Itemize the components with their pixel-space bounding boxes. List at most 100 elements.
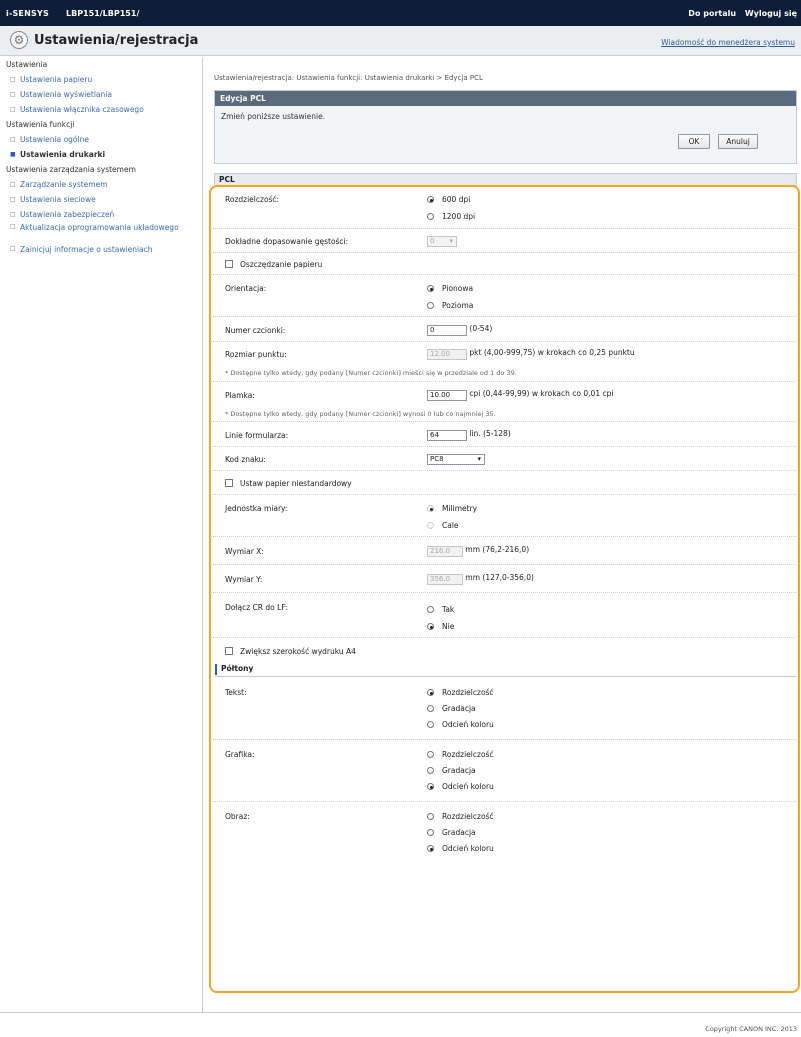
sidebar-item-printer-settings[interactable]: Ustawienia drukarki [0, 147, 202, 162]
point-size-range: pkt (4,00-999,75) w krokach co 0,25 punk… [469, 348, 635, 357]
point-size-input[interactable]: 12.00 [427, 349, 467, 360]
text-gradation-label: Gradacja [442, 704, 476, 713]
row-orientation: Orientacja: Pionowa Pozioma [211, 275, 796, 317]
sidebar-item-paper-settings[interactable]: Ustawienia papieru [0, 72, 202, 87]
row-density: Dokładne dopasowanie gęstości: 0 ▾ [211, 229, 796, 253]
image-color-tone-option[interactable]: Odcień koloru [427, 844, 494, 853]
logout-link[interactable]: Wyloguj się [745, 9, 797, 18]
radio-selected-icon[interactable] [427, 689, 434, 696]
sidebar-item-security-settings[interactable]: Ustawienia zabezpieczeń [0, 207, 202, 222]
font-number-range: (0-54) [469, 324, 493, 333]
portal-link[interactable]: Do portalu [688, 9, 736, 18]
dimension-y-range: mm (127,0-356,0) [465, 573, 534, 582]
image-gradation-option[interactable]: Gradacja [427, 828, 476, 837]
graphics-gradation-option[interactable]: Gradacja [427, 766, 476, 775]
pitch-range: cpi (0,44-99,99) w krokach co 0,01 cpi [469, 389, 614, 398]
checkbox-icon[interactable] [225, 479, 233, 487]
dimension-x-label: Wymiar X: [225, 547, 264, 556]
orientation-landscape-option[interactable]: Pozioma [427, 301, 473, 310]
unit-inch-option[interactable]: Cale [427, 521, 459, 530]
footer: Copyright CANON INC. 2013 [0, 1012, 801, 1037]
radio-icon[interactable] [427, 606, 434, 613]
pitch-input[interactable]: 10.00 [427, 390, 467, 401]
sidebar-item-general-settings[interactable]: Ustawienia ogólne [0, 132, 202, 147]
symbol-set-select[interactable]: PC8 ▾ [427, 454, 485, 465]
sidebar-item-timer-settings[interactable]: Ustawienia włącznika czasowego [0, 102, 202, 117]
breadcrumb: Ustawienia/rejestracja: Ustawienia funkc… [214, 74, 483, 82]
admin-message-link[interactable]: Wiadomość do menedżera systemu [661, 38, 795, 47]
checkbox-icon[interactable] [225, 260, 233, 268]
row-symbol-set: Kod znaku: PC8 ▾ [211, 447, 796, 471]
radio-selected-icon[interactable] [427, 505, 434, 512]
form-lines-range: lin. (5-128) [469, 429, 511, 438]
dimension-x-input[interactable]: 216.0 [427, 546, 463, 557]
text-gradation-option[interactable]: Gradacja [427, 704, 476, 713]
ok-button[interactable]: OK [678, 134, 710, 149]
resolution-600-option[interactable]: 600 dpi [427, 195, 470, 204]
graphics-label: Grafika: [225, 750, 255, 759]
checkbox-icon[interactable] [225, 647, 233, 655]
radio-icon[interactable] [427, 721, 434, 728]
resolution-label: Rozdzielczość: [225, 195, 280, 204]
image-color-tone-label: Odcień koloru [442, 844, 494, 853]
row-halftone-image: Obraz: Rozdzielczość Gradacja Odcień kol… [211, 802, 796, 864]
radio-selected-icon[interactable] [427, 196, 434, 203]
halftones-title: Półtony [221, 664, 254, 673]
point-size-note: * Dostępne tylko wtedy, gdy podany [Nume… [225, 369, 517, 377]
radio-selected-icon[interactable] [427, 623, 434, 630]
row-paper-save: Oszczędzanie papieru [211, 253, 796, 275]
append-cr-no-option[interactable]: Nie [427, 622, 454, 631]
sidebar-item-system-management[interactable]: Zarządzanie systemem [0, 177, 202, 192]
orientation-portrait-label: Pionowa [442, 284, 474, 293]
density-label: Dokładne dopasowanie gęstości: [225, 237, 349, 246]
radio-icon[interactable] [427, 813, 434, 820]
radio-icon[interactable] [427, 522, 434, 529]
text-resolution-option[interactable]: Rozdzielczość [427, 688, 494, 697]
orientation-label: Orientacja: [225, 284, 267, 293]
font-number-input[interactable]: 0 [427, 325, 467, 336]
graphics-color-tone-option[interactable]: Odcień koloru [427, 782, 494, 791]
cancel-button[interactable]: Anuluj [718, 134, 758, 149]
main-content: Ustawienia/rejestracja: Ustawienia funkc… [204, 57, 801, 1030]
graphics-resolution-option[interactable]: Rozdzielczość [427, 750, 494, 759]
custom-paper-label: Ustaw papier niestandardowy [240, 479, 352, 488]
append-cr-yes-option[interactable]: Tak [427, 605, 454, 614]
sidebar-item-display-settings[interactable]: Ustawienia wyświetlania [0, 87, 202, 102]
row-custom-paper: Ustaw papier niestandardowy [211, 471, 796, 495]
sidebar-item-initialize-settings[interactable]: Zainicjuj informacje o ustawieniach [0, 244, 202, 266]
resolution-1200-option[interactable]: 1200 dpi [427, 212, 475, 221]
radio-icon[interactable] [427, 705, 434, 712]
page-title: Ustawienia/rejestracja [34, 33, 199, 48]
orientation-portrait-option[interactable]: Pionowa [427, 284, 473, 293]
radio-icon[interactable] [427, 829, 434, 836]
custom-paper-option[interactable]: Ustaw papier niestandardowy [225, 479, 352, 488]
append-cr-no-label: Nie [442, 622, 455, 631]
image-resolution-label: Rozdzielczość [442, 812, 494, 821]
unit-mm-option[interactable]: Milimetry [427, 504, 477, 513]
radio-icon[interactable] [427, 213, 434, 220]
density-select[interactable]: 0 ▾ [427, 236, 457, 247]
radio-selected-icon[interactable] [427, 783, 434, 790]
row-pitch: Plamka: 10.00 cpi (0,44-99,99) w krokach… [211, 382, 796, 407]
a4-wider-option[interactable]: Zwiększ szerokość wydruku A4 [225, 647, 356, 656]
sidebar-item-firmware-update[interactable]: Aktualizacja oprogramowania układowego [0, 222, 202, 244]
text-color-tone-option[interactable]: Odcień koloru [427, 720, 494, 729]
model-name: LBP151/LBP151/ [66, 9, 140, 18]
radio-selected-icon[interactable] [427, 285, 434, 292]
form-lines-input[interactable]: 64 [427, 430, 467, 441]
graphics-gradation-label: Gradacja [442, 766, 476, 775]
sidebar-group-function-settings: Ustawienia funkcji [6, 120, 75, 129]
image-resolution-option[interactable]: Rozdzielczość [427, 812, 494, 821]
symbol-set-label: Kod znaku: [225, 455, 266, 464]
radio-icon[interactable] [427, 767, 434, 774]
paper-save-option[interactable]: Oszczędzanie papieru [225, 260, 322, 269]
point-size-label: Rozmiar punktu: [225, 350, 287, 359]
a4-wider-label: Zwiększ szerokość wydruku A4 [240, 647, 356, 656]
radio-icon[interactable] [427, 751, 434, 758]
dimension-y-input[interactable]: 356.0 [427, 574, 463, 585]
row-unit: Jednostka miary: Milimetry Cale [211, 495, 796, 537]
brand-name: i-SENSYS [6, 9, 49, 18]
radio-selected-icon[interactable] [427, 845, 434, 852]
radio-icon[interactable] [427, 302, 434, 309]
sidebar-item-network-settings[interactable]: Ustawienia sieciowe [0, 192, 202, 207]
